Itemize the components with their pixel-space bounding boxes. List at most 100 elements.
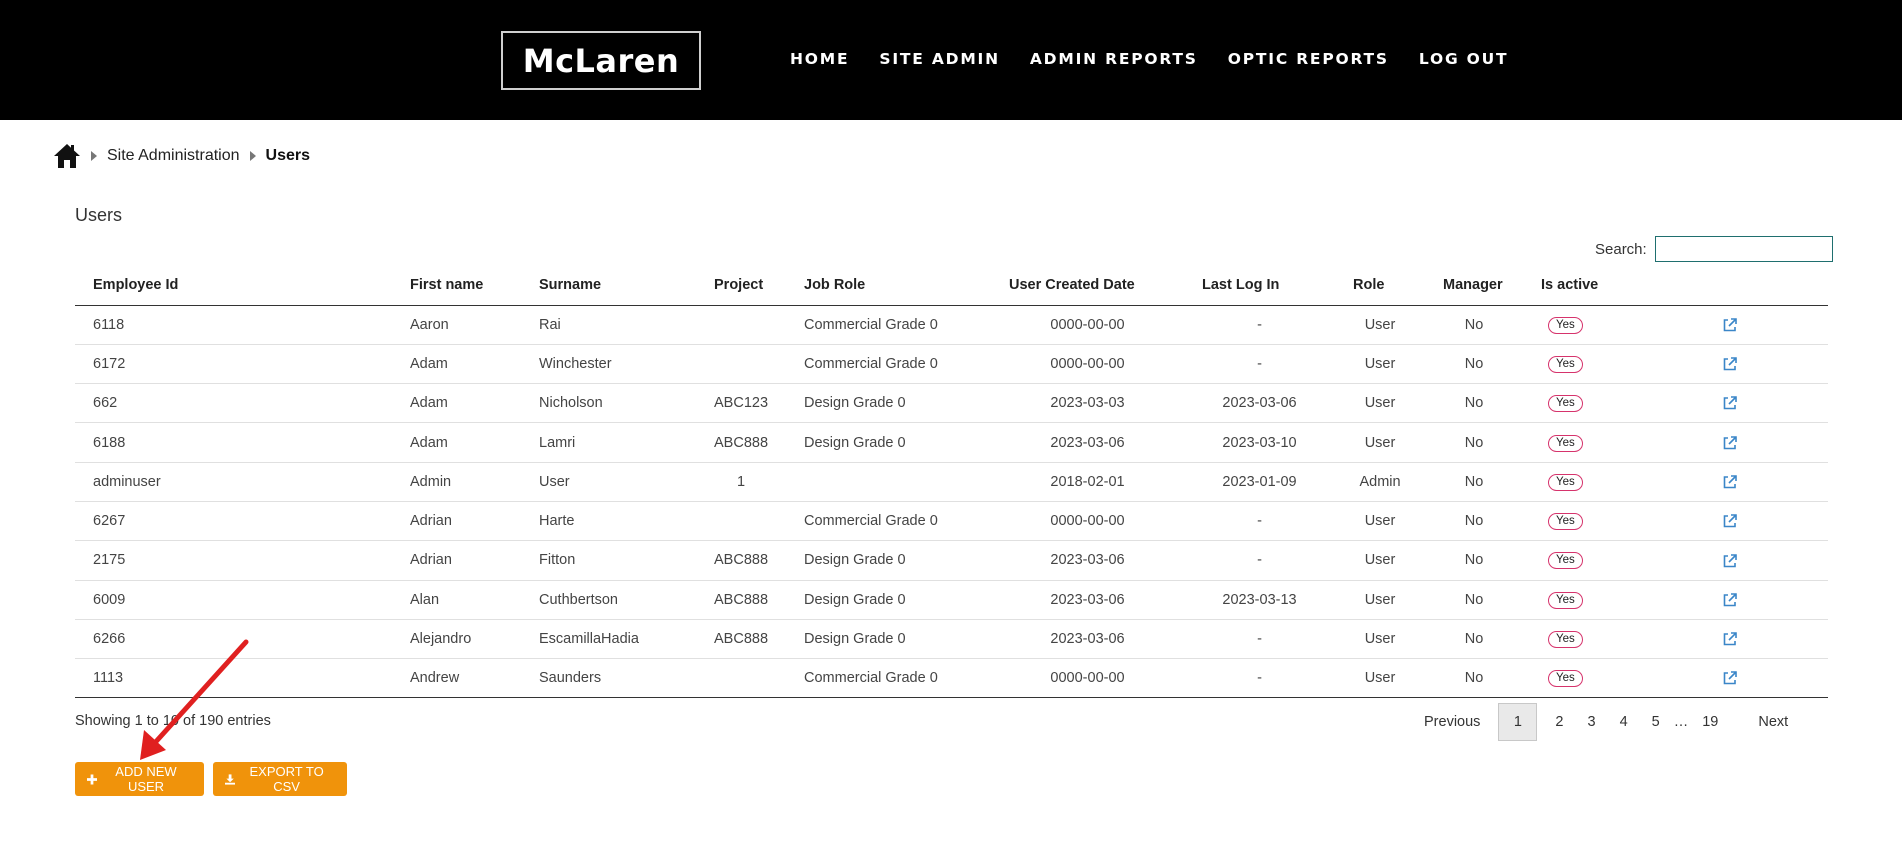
breadcrumb-current: Users [265,147,310,164]
cell-first-name: Andrew [392,658,521,699]
col-manager[interactable]: Manager [1425,265,1524,306]
mclaren-logo[interactable]: McLaren [501,31,701,90]
cell-is-active: Yes [1523,540,1657,581]
status-badge: Yes [1548,631,1583,649]
nav-admin-reports[interactable]: ADMIN REPORTS [1030,50,1198,74]
download-icon [225,773,236,785]
cell-user-created-date: 2023-03-06 [991,618,1185,659]
pagination: Previous 1 2 3 4 5 … 19 Next [1412,703,1800,741]
status-badge: Yes [1548,434,1583,452]
cell-is-active: Yes [1523,461,1657,502]
status-badge: Yes [1548,316,1583,334]
cell-last-log-in: - [1184,618,1336,659]
cell-employee-id: 2175 [75,540,392,581]
col-last-log-in[interactable]: Last Log In [1184,265,1336,306]
pagination-page-3[interactable]: 3 [1576,714,1608,730]
cell-role: User [1335,343,1426,384]
add-new-user-label: ADD NEW USER [115,764,177,794]
cell-first-name: Adam [392,343,521,384]
col-user-created-date[interactable]: User Created Date [991,265,1185,306]
external-link-icon[interactable] [1722,356,1738,372]
external-link-icon[interactable] [1722,513,1738,529]
col-job-role[interactable]: Job Role [786,265,992,306]
cell-job-role: Commercial Grade 0 [786,658,992,699]
cell-user-created-date: 0000-00-00 [991,343,1185,384]
cell-user-created-date: 2023-03-06 [991,422,1185,463]
external-link-icon[interactable] [1722,435,1738,451]
external-link-icon[interactable] [1722,592,1738,608]
table-row: 6172 Adam Winchester Commercial Grade 0 0000… [75,343,1828,384]
breadcrumb-separator-icon [91,151,97,161]
cell-manager: No [1425,422,1524,463]
cell-surname: User [521,461,696,502]
cell-manager: No [1425,383,1524,423]
table-row: 6267 Adrian Harte Commercial Grade 0 0000-00… [75,500,1828,541]
cell-job-role: Design Grade 0 [786,422,992,463]
cell-user-created-date: 0000-00-00 [991,500,1185,541]
status-badge: Yes [1548,473,1583,491]
pagination-page-2[interactable]: 2 [1543,714,1575,730]
pagination-page-1[interactable]: 1 [1498,703,1538,741]
cell-manager: No [1425,579,1524,620]
cell-is-active: Yes [1523,383,1657,423]
cell-project [696,343,787,384]
pagination-page-19[interactable]: 19 [1690,714,1730,730]
nav-log-out[interactable]: LOG OUT [1419,50,1509,74]
cell-role: User [1335,500,1426,541]
pagination-page-4[interactable]: 4 [1608,714,1640,730]
search-input[interactable] [1654,236,1833,262]
cell-actions [1656,305,1828,344]
cell-first-name: Adrian [392,500,521,541]
col-first-name[interactable]: First name [392,265,521,306]
cell-role: User [1335,658,1426,699]
cell-actions [1656,343,1828,384]
external-link-icon[interactable] [1722,631,1738,647]
search-area: Search: [1595,236,1833,262]
external-link-icon[interactable] [1722,317,1738,333]
cell-user-created-date: 0000-00-00 [1050,316,1125,333]
export-to-csv-button[interactable]: EXPORT TO CSV [213,762,347,796]
nav-site-admin[interactable]: SITE ADMIN [879,50,1000,74]
table-row: adminuser Admin User 1 2018-02-01 2023-01-09 A… [75,461,1828,502]
col-surname[interactable]: Surname [521,265,696,306]
cell-job-role: Design Grade 0 [786,618,992,659]
pagination-next[interactable]: Next [1730,714,1800,730]
breadcrumb-site-administration[interactable]: Site Administration [107,147,240,165]
cell-is-active: Yes [1523,618,1657,659]
cell-is-active: Yes [1523,422,1657,463]
nav-optic-reports[interactable]: OPTIC REPORTS [1228,50,1389,74]
col-actions [1656,265,1828,306]
home-icon[interactable] [53,143,81,169]
cell-employee-id: 6172 [75,343,392,384]
nav-home[interactable]: HOME [790,50,849,74]
pagination-previous[interactable]: Previous [1412,714,1492,730]
cell-project: ABC888 [696,618,787,659]
add-new-user-button[interactable]: ADD NEW USER [75,762,204,796]
table-row: 6188 Adam Lamri ABC888 Design Grade 0 2023-03… [75,422,1828,463]
cell-manager: No [1425,658,1524,699]
external-link-icon[interactable] [1722,395,1738,411]
cell-is-active: Yes [1523,305,1656,344]
cell-role: User [1335,618,1426,659]
cell-project [696,500,787,541]
cell-employee-id: 6266 [75,618,392,659]
cell-user-created-date: 0000-00-00 [991,658,1185,699]
cell-job-role: Commercial Grade 0 [786,343,992,384]
col-project[interactable]: Project [696,265,787,306]
col-is-active[interactable]: Is active [1523,265,1657,306]
external-link-icon[interactable] [1722,474,1738,490]
cell-last-log-in: 2023-03-10 [1184,422,1336,463]
cell-role: User [1335,540,1426,581]
cell-employee-id: 6009 [75,579,392,620]
cell-first-name: Adam [392,422,521,463]
cell-project: ABC888 [696,422,787,463]
external-link-icon[interactable] [1722,553,1738,569]
col-employee-id[interactable]: Employee Id [75,265,392,306]
pagination-page-5[interactable]: 5 [1640,714,1672,730]
cell-project: ABC888 [696,579,787,620]
cell-first-name: Adam [392,383,521,423]
col-role[interactable]: Role [1335,265,1426,306]
cell-surname: Rai [539,316,561,333]
external-link-icon[interactable] [1722,670,1738,686]
cell-last-log-in: 2023-03-06 [1184,383,1336,423]
